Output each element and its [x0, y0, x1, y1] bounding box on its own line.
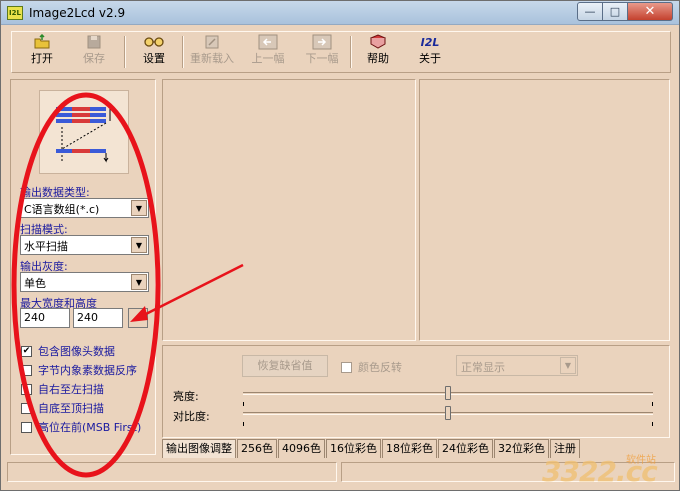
tab-16bit-color[interactable]: 16位彩色 [326, 439, 381, 458]
title-bar: I2L Image2Lcd v2.9 — □ ✕ [1, 1, 679, 25]
dropdown-arrow-icon[interactable]: ▼ [131, 274, 147, 290]
include-header-checkbox[interactable]: ✔ [21, 345, 32, 357]
app-window: I2L Image2Lcd v2.9 — □ ✕ 打开 保存 设置 重新载入 上… [0, 0, 680, 491]
bottom-to-top-checkbox[interactable] [21, 402, 32, 414]
dropdown-arrow-icon[interactable]: ▼ [560, 357, 576, 374]
toolbar: 打开 保存 设置 重新载入 上一幅 下一幅 帮助 I2L 关于 [11, 31, 671, 73]
arrow-right-icon [296, 34, 348, 52]
scan-diagram-icon [56, 107, 111, 163]
save-label: 保存 [83, 52, 105, 65]
folder-open-icon [16, 33, 68, 52]
close-button[interactable]: ✕ [628, 2, 673, 21]
watermark-site: 软件站 [626, 455, 656, 466]
msb-first-label: 高位在前(MSB First) [38, 421, 142, 434]
reverse-bits-label: 字节内象素数据反序 [38, 364, 137, 377]
max-height-input[interactable]: 240 [73, 308, 123, 328]
maximize-icon: □ [609, 5, 621, 18]
tab-24bit-color[interactable]: 24位彩色 [438, 439, 493, 458]
prev-image-label: 上一幅 [251, 52, 285, 65]
watermark: 3322.cc 软件站 [542, 451, 672, 489]
prev-image-button[interactable]: 上一幅 [242, 34, 294, 70]
display-mode-value: 正常显示 [461, 361, 505, 374]
tab-4096-color[interactable]: 4096色 [278, 439, 325, 458]
msb-first-checkbox[interactable] [21, 421, 32, 433]
invert-color-label: 颜色反转 [358, 361, 402, 374]
contrast-label: 对比度: [173, 410, 210, 423]
contrast-slider[interactable] [243, 406, 653, 420]
right-to-left-option[interactable]: 自右至左扫描 [21, 381, 104, 397]
invert-color-option[interactable]: 颜色反转 [341, 359, 402, 375]
gray-level-select[interactable]: 单色 ▼ [20, 272, 149, 292]
tab-32bit-color[interactable]: 32位彩色 [494, 439, 549, 458]
app-logo-icon: I2L [7, 6, 23, 20]
save-button[interactable]: 保存 [68, 34, 120, 70]
output-type-value: C语言数组(*.c) [24, 203, 100, 216]
scan-mode-preview [39, 90, 129, 174]
scan-mode-value: 水平扫描 [24, 240, 68, 253]
output-type-select[interactable]: C语言数组(*.c) ▼ [20, 198, 149, 218]
aspect-lock-button[interactable] [128, 308, 148, 328]
floppy-disk-icon [68, 34, 120, 52]
include-header-option[interactable]: ✔ 包含图像头数据 [21, 343, 115, 359]
reload-icon [186, 34, 238, 52]
reload-label: 重新载入 [190, 52, 234, 65]
contrast-ticks [243, 422, 653, 426]
window-title: Image2Lcd v2.9 [29, 6, 126, 20]
dropdown-arrow-icon[interactable]: ▼ [131, 200, 147, 216]
source-image-pane[interactable] [162, 79, 416, 341]
brightness-slider-thumb[interactable] [445, 386, 451, 400]
next-image-button[interactable]: 下一幅 [296, 34, 348, 70]
bottom-to-top-option[interactable]: 自底至顶扫描 [21, 400, 104, 416]
tab-image-adjust[interactable]: 输出图像调整 [162, 439, 236, 458]
next-image-label: 下一幅 [305, 52, 339, 65]
minimize-icon: — [584, 5, 596, 18]
toolbar-separator [182, 36, 184, 68]
settings-button[interactable]: 设置 [128, 34, 180, 70]
help-book-icon [352, 34, 404, 52]
reverse-bits-checkbox[interactable] [21, 364, 32, 376]
help-label: 帮助 [367, 52, 389, 65]
gray-level-value: 单色 [24, 277, 46, 290]
restore-defaults-button[interactable]: 恢复缺省值 [242, 355, 328, 377]
right-to-left-label: 自右至左扫描 [38, 383, 104, 396]
dropdown-arrow-icon[interactable]: ▼ [131, 237, 147, 253]
settings-label: 设置 [143, 52, 165, 65]
minimize-button[interactable]: — [577, 2, 603, 21]
tab-18bit-color[interactable]: 18位彩色 [382, 439, 437, 458]
image-adjust-panel: 恢复缺省值 颜色反转 正常显示 ▼ 亮度: 对比度: [162, 345, 670, 438]
output-image-pane[interactable] [419, 79, 670, 341]
window-controls: — □ ✕ [577, 2, 673, 21]
glasses-icon [128, 34, 180, 52]
open-button[interactable]: 打开 [16, 33, 68, 70]
close-icon: ✕ [644, 4, 656, 19]
right-to-left-checkbox[interactable] [21, 383, 32, 395]
maximize-button[interactable]: □ [603, 2, 628, 21]
tab-256-color[interactable]: 256色 [237, 439, 277, 458]
max-width-input[interactable]: 240 [20, 308, 70, 328]
scan-mode-select[interactable]: 水平扫描 ▼ [20, 235, 149, 255]
about-label: 关于 [419, 52, 441, 65]
open-label: 打开 [31, 52, 53, 65]
contrast-slider-thumb[interactable] [445, 406, 451, 420]
status-cell-left [7, 462, 337, 482]
invert-color-checkbox[interactable] [341, 361, 352, 373]
display-mode-select[interactable]: 正常显示 ▼ [456, 355, 578, 376]
arrow-left-icon [242, 34, 294, 52]
about-button[interactable]: I2L 关于 [404, 34, 456, 70]
settings-panel: 输出数据类型: C语言数组(*.c) ▼ 扫描模式: 水平扫描 ▼ 输出灰度: … [10, 79, 156, 455]
msb-first-option[interactable]: 高位在前(MSB First) [21, 419, 141, 435]
include-header-label: 包含图像头数据 [38, 345, 115, 358]
help-button[interactable]: 帮助 [352, 34, 404, 70]
about-logo-icon: I2L [420, 36, 440, 49]
brightness-label: 亮度: [173, 390, 199, 403]
toolbar-separator [124, 36, 126, 68]
reload-button[interactable]: 重新载入 [186, 34, 238, 70]
reverse-bits-option[interactable]: 字节内象素数据反序 [21, 362, 137, 378]
bottom-to-top-label: 自底至顶扫描 [38, 402, 104, 415]
color-tabs: 输出图像调整 256色 4096色 16位彩色 18位彩色 24位彩色 32位彩… [162, 439, 581, 458]
brightness-slider[interactable] [243, 386, 653, 400]
